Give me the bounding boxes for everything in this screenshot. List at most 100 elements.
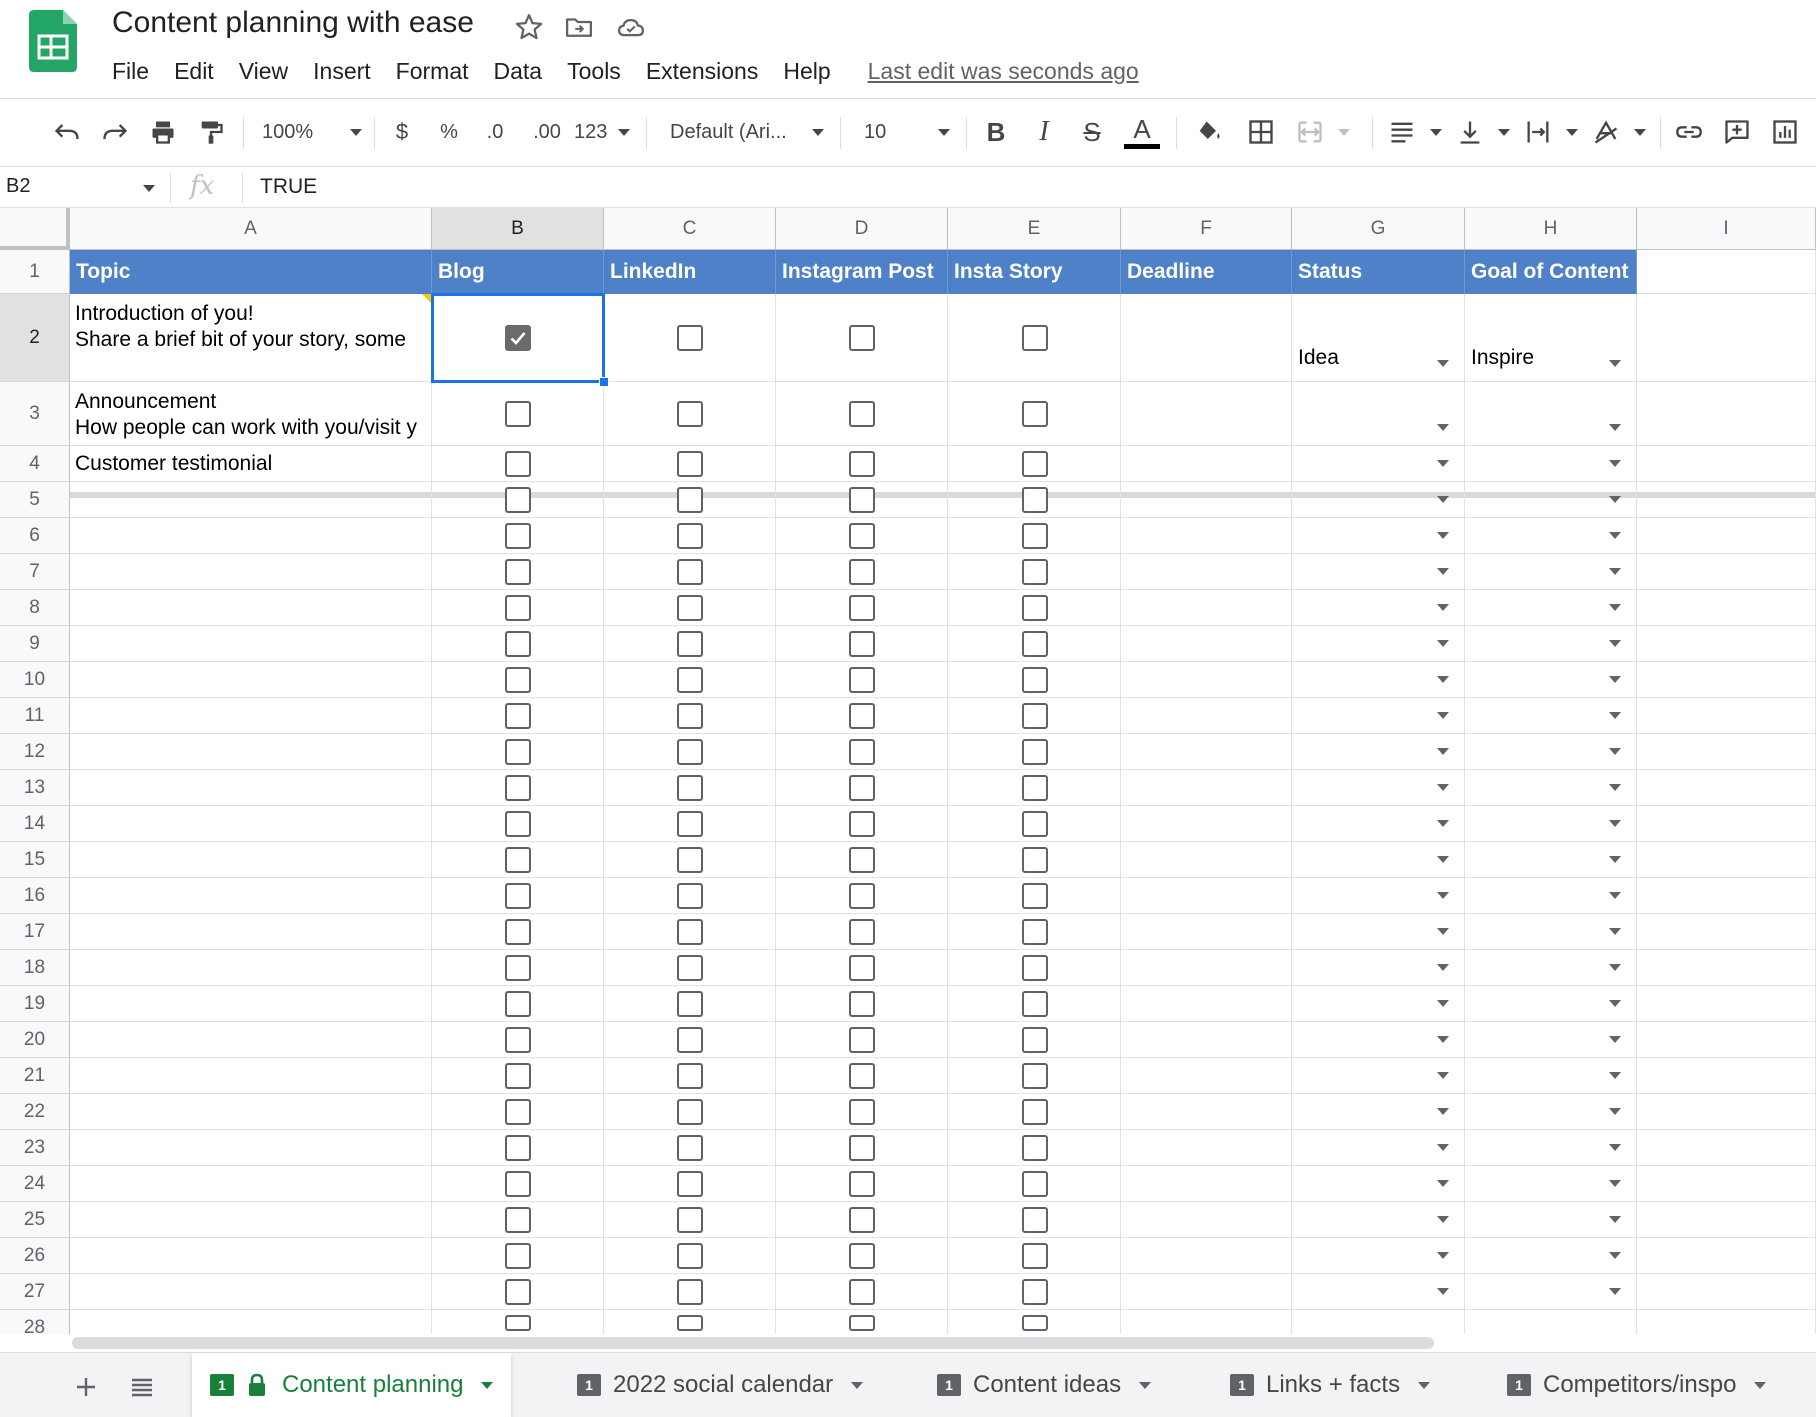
- cell-i21[interactable]: [1637, 1058, 1816, 1094]
- checkbox-insta-story[interactable]: [1021, 883, 1048, 909]
- chevron-down-icon[interactable]: [1139, 1381, 1152, 1389]
- chevron-down-icon[interactable]: [851, 1381, 864, 1389]
- strikethrough-button[interactable]: S: [1078, 115, 1106, 149]
- vertical-align-button[interactable]: [1456, 115, 1510, 149]
- status-dropdown-chevron-icon[interactable]: [1437, 460, 1449, 467]
- checkbox-blog[interactable]: [505, 667, 531, 693]
- checkbox-insta-story[interactable]: [1021, 667, 1048, 693]
- row-header-12[interactable]: 12: [0, 734, 70, 770]
- goal-dropdown-chevron-icon[interactable]: [1609, 1288, 1621, 1295]
- font-family-select[interactable]: Default (Ari...: [670, 115, 824, 149]
- row-header-14[interactable]: 14: [0, 806, 70, 842]
- goal-dropdown-chevron-icon[interactable]: [1609, 1108, 1621, 1115]
- row-header-4[interactable]: 4: [0, 446, 70, 482]
- cell-g28[interactable]: [1292, 1310, 1465, 1334]
- header-cell-instagram-post[interactable]: Instagram Post: [776, 250, 948, 294]
- cell-f21[interactable]: [1121, 1058, 1292, 1094]
- row-header-15[interactable]: 15: [0, 842, 70, 878]
- status-dropdown-chevron-icon[interactable]: [1437, 928, 1449, 935]
- cell-f23[interactable]: [1121, 1130, 1292, 1166]
- insert-link-button[interactable]: [1672, 115, 1706, 149]
- select-all-corner[interactable]: [0, 208, 70, 250]
- row-header-16[interactable]: 16: [0, 878, 70, 914]
- checkbox-blog[interactable]: [505, 919, 531, 945]
- goal-dropdown-chevron-icon[interactable]: [1609, 856, 1621, 863]
- goal-dropdown-chevron-icon[interactable]: [1609, 460, 1621, 467]
- checkbox-linkedin[interactable]: [677, 811, 703, 837]
- cell-a8[interactable]: [70, 590, 432, 626]
- checkbox-instagram-post[interactable]: [849, 523, 875, 549]
- cell-f20[interactable]: [1121, 1022, 1292, 1058]
- checkbox-insta-story[interactable]: [1021, 401, 1048, 427]
- cell-a11[interactable]: [70, 698, 432, 734]
- header-cell-blog[interactable]: Blog: [432, 250, 604, 294]
- horizontal-align-button[interactable]: [1388, 115, 1442, 149]
- checkbox-insta-story[interactable]: [1021, 919, 1048, 945]
- column-header-a[interactable]: A: [70, 208, 432, 250]
- goal-dropdown-chevron-icon[interactable]: [1609, 748, 1621, 755]
- goal-dropdown-chevron-icon[interactable]: [1609, 712, 1621, 719]
- checkbox-insta-story[interactable]: [1021, 487, 1048, 513]
- menu-tools[interactable]: Tools: [567, 58, 621, 85]
- checkbox-insta-story[interactable]: [1021, 955, 1048, 981]
- row-header-23[interactable]: 23: [0, 1130, 70, 1166]
- cell-h28[interactable]: [1465, 1310, 1637, 1334]
- cell-f9[interactable]: [1121, 626, 1292, 662]
- checkbox-instagram-post[interactable]: [849, 703, 875, 729]
- row-header-20[interactable]: 20: [0, 1022, 70, 1058]
- cell-f11[interactable]: [1121, 698, 1292, 734]
- cell-f27[interactable]: [1121, 1274, 1292, 1310]
- cell-f15[interactable]: [1121, 842, 1292, 878]
- cell-f22[interactable]: [1121, 1094, 1292, 1130]
- cell-i24[interactable]: [1637, 1166, 1816, 1202]
- goal-dropdown-chevron-icon[interactable]: [1609, 532, 1621, 539]
- checkbox-blog[interactable]: [505, 559, 531, 585]
- checkbox-linkedin[interactable]: [677, 955, 703, 981]
- goal-dropdown-chevron-icon[interactable]: [1609, 1216, 1621, 1223]
- currency-format-button[interactable]: $: [390, 115, 414, 149]
- checkbox-linkedin[interactable]: [677, 1099, 703, 1125]
- cell-a5[interactable]: [70, 482, 432, 518]
- checkbox-insta-story[interactable]: [1021, 451, 1048, 477]
- status-dropdown-chevron-icon[interactable]: [1437, 964, 1449, 971]
- cell-a12[interactable]: [70, 734, 432, 770]
- cell-a25[interactable]: [70, 1202, 432, 1238]
- checkbox-instagram-post[interactable]: [849, 401, 875, 427]
- cell-a14[interactable]: [70, 806, 432, 842]
- status-dropdown-chevron-icon[interactable]: [1437, 1144, 1449, 1151]
- cell-f26[interactable]: [1121, 1238, 1292, 1274]
- checkbox-instagram-post[interactable]: [849, 1135, 875, 1161]
- cell-a16[interactable]: [70, 878, 432, 914]
- row-header-6[interactable]: 6: [0, 518, 70, 554]
- cell-i4[interactable]: [1637, 446, 1816, 482]
- checkbox-insta-story[interactable]: [1021, 1279, 1048, 1305]
- checkbox-insta-story[interactable]: [1021, 595, 1048, 621]
- borders-button[interactable]: [1244, 115, 1278, 149]
- checkbox-blog[interactable]: [505, 811, 531, 837]
- cell-a13[interactable]: [70, 770, 432, 806]
- status-dropdown-chevron-icon[interactable]: [1437, 532, 1449, 539]
- row-header-3[interactable]: 3: [0, 382, 70, 446]
- decrease-decimal-button[interactable]: .0: [478, 115, 512, 149]
- checkbox-linkedin[interactable]: [677, 847, 703, 873]
- checkbox-linkedin[interactable]: [677, 1063, 703, 1089]
- cell-a24[interactable]: [70, 1166, 432, 1202]
- status-dropdown-chevron-icon[interactable]: [1437, 604, 1449, 611]
- status-dropdown-chevron-icon[interactable]: [1437, 424, 1449, 431]
- goal-dropdown-chevron-icon[interactable]: [1609, 928, 1621, 935]
- row-header-28[interactable]: 28: [0, 1310, 70, 1334]
- header-cell-insta-story[interactable]: Insta Story: [948, 250, 1121, 294]
- status-dropdown-chevron-icon[interactable]: [1437, 820, 1449, 827]
- checkbox-linkedin[interactable]: [677, 631, 703, 657]
- row-header-11[interactable]: 11: [0, 698, 70, 734]
- horizontal-scrollbar[interactable]: [70, 1334, 1816, 1352]
- checkbox-linkedin[interactable]: [677, 559, 703, 585]
- redo-button[interactable]: [98, 115, 132, 149]
- checkbox-blog[interactable]: [505, 1171, 531, 1197]
- sheet-tab-content-ideas[interactable]: 1 Content ideas: [919, 1353, 1169, 1417]
- cell-a6[interactable]: [70, 518, 432, 554]
- row-header-10[interactable]: 10: [0, 662, 70, 698]
- column-header-b[interactable]: B: [432, 208, 604, 250]
- cell-note-indicator[interactable]: [422, 294, 432, 304]
- increase-decimal-button[interactable]: .00: [526, 115, 568, 149]
